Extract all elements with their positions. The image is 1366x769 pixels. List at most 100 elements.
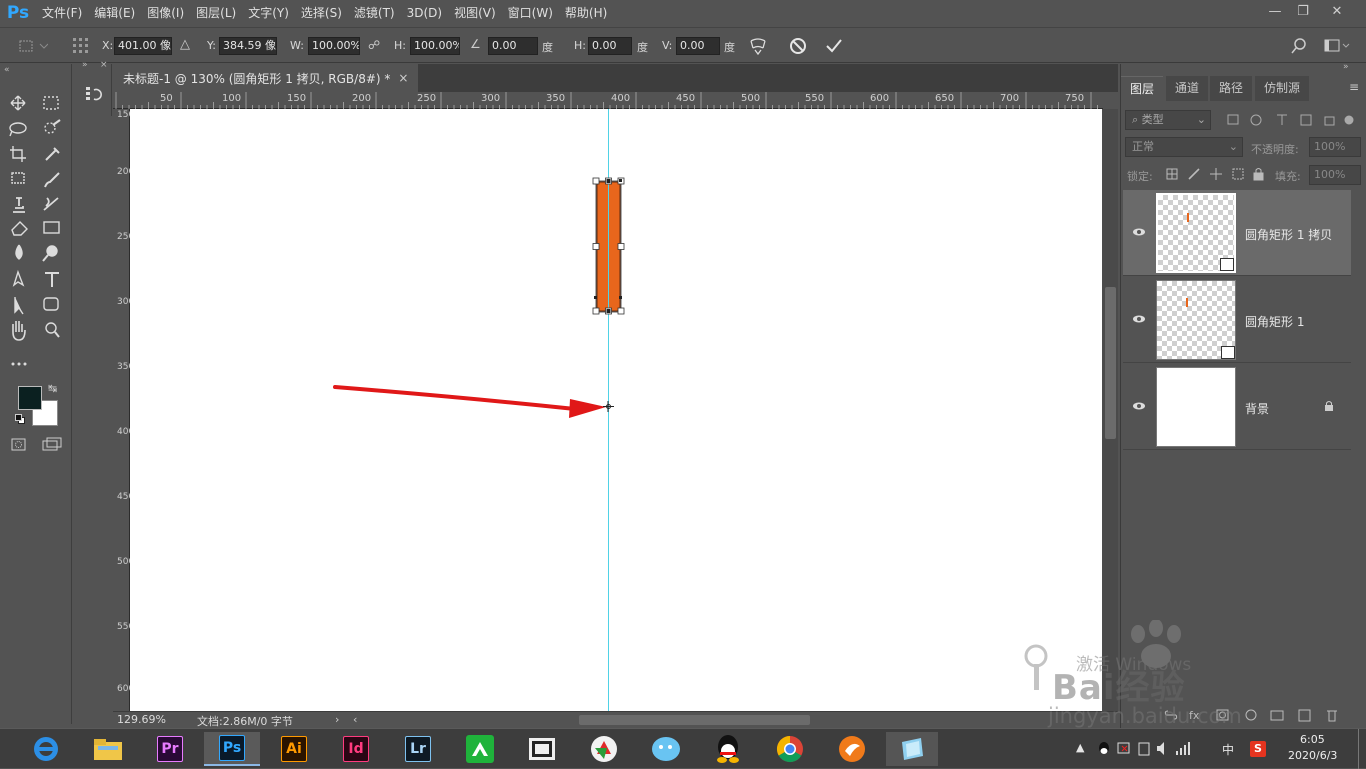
taskbar-ie-icon[interactable]	[24, 732, 68, 766]
taskbar-lightroom-icon[interactable]: Lr	[396, 732, 440, 766]
menu-help[interactable]: 帮助(H)	[559, 0, 613, 26]
tray-sogou-icon[interactable]: S	[1250, 741, 1266, 757]
vertical-ruler[interactable]: 150 200 250 300 350 400 450 500 550 600	[113, 109, 135, 711]
skew-h-input[interactable]: 0.00	[588, 37, 632, 55]
vertical-scroll-thumb[interactable]	[1105, 287, 1116, 439]
close-strip-icon[interactable]: ×	[100, 60, 108, 70]
restore-icon[interactable]: ❐	[1288, 0, 1318, 22]
document-tab[interactable]: 未标题-1 @ 130% (圆角矩形 1 拷贝, RGB/8#) * ×	[113, 64, 419, 92]
reference-point-icon[interactable]	[72, 37, 90, 55]
taskbar-qq-icon[interactable]	[706, 732, 750, 766]
swap-colors-icon[interactable]: ↹	[48, 382, 57, 395]
zoom-level[interactable]: 129.69%	[117, 713, 166, 726]
status-menu-arrow-icon[interactable]: ›	[335, 713, 339, 726]
expand-strip-icon[interactable]: »	[82, 60, 88, 70]
visibility-eye-icon[interactable]	[1131, 224, 1147, 240]
clock-date[interactable]: 2020/6/3	[1288, 749, 1337, 762]
layer-name[interactable]: 背景	[1245, 400, 1269, 417]
workspace-icon[interactable]	[1324, 38, 1350, 54]
visibility-eye-icon[interactable]	[1131, 398, 1147, 414]
layer-row-background[interactable]: 背景	[1123, 364, 1351, 450]
x-input[interactable]: 401.00 像素	[114, 37, 172, 55]
foreground-color-swatch[interactable]	[18, 386, 42, 410]
default-colors-icon[interactable]	[15, 414, 25, 424]
search-icon[interactable]	[1290, 37, 1308, 55]
scroll-left-icon[interactable]: ‹	[353, 713, 357, 726]
lock-position-icon	[1210, 168, 1222, 180]
opacity-input[interactable]: 100%	[1309, 137, 1361, 157]
menu-type[interactable]: 文字(Y)	[242, 0, 295, 26]
width-input[interactable]: 100.00%	[308, 37, 360, 55]
menu-image[interactable]: 图像(I)	[141, 0, 190, 26]
taskbar-orange-app-icon[interactable]	[830, 732, 874, 766]
tray-expand-icon[interactable]: ▲	[1076, 741, 1084, 754]
menu-layer[interactable]: 图层(L)	[190, 0, 242, 26]
taskbar-chrome-icon[interactable]	[768, 732, 812, 766]
smart-object-filter-icon	[1324, 116, 1335, 126]
blend-mode-select[interactable]: 正常 ⌄	[1125, 137, 1243, 157]
height-input[interactable]: 100.00%	[410, 37, 460, 55]
menu-view[interactable]: 视图(V)	[448, 0, 502, 26]
taskbar-illustrator-icon[interactable]: Ai	[272, 732, 316, 766]
filter-icons[interactable]	[1225, 112, 1355, 128]
skew-h-unit: 度	[637, 41, 648, 54]
taskbar-premiere-icon[interactable]: Pr	[148, 732, 192, 766]
fill-input[interactable]: 100%	[1309, 165, 1361, 185]
type-filter-icon	[1277, 114, 1287, 125]
hand-tool-icon	[12, 321, 26, 341]
close-window-icon[interactable]: ✕	[1322, 0, 1352, 22]
marquee-tool-icon	[43, 96, 59, 110]
lock-icons[interactable]	[1165, 166, 1265, 182]
skew-v-input[interactable]: 0.00	[676, 37, 720, 55]
taskbar-explorer-icon[interactable]	[86, 732, 130, 766]
layer-name[interactable]: 圆角矩形 1 拷贝	[1245, 226, 1332, 243]
cancel-transform-icon[interactable]	[788, 36, 808, 56]
taskbar-indesign-icon[interactable]: Id	[334, 732, 378, 766]
layer-row-copy[interactable]: 圆角矩形 1 拷贝	[1123, 190, 1351, 276]
taskbar-note-app-icon[interactable]	[886, 732, 938, 766]
tab-paths[interactable]: 路径	[1210, 76, 1253, 101]
menu-window[interactable]: 窗口(W)	[502, 0, 559, 26]
ime-indicator[interactable]: 中	[1222, 741, 1234, 758]
menu-3d[interactable]: 3D(D)	[401, 0, 448, 26]
taskbar-chat-app-icon[interactable]	[644, 732, 688, 766]
angle-input[interactable]: 0.00	[488, 37, 538, 55]
taskbar-video-app-icon[interactable]	[520, 732, 564, 766]
warp-icon[interactable]	[748, 36, 768, 56]
taskbar-green-app-icon[interactable]	[458, 732, 502, 766]
layer-filter-select[interactable]: ⌕ 类型 ⌄	[1125, 110, 1211, 130]
tab-clone-source[interactable]: 仿制源	[1255, 76, 1310, 101]
horizontal-scroll-thumb[interactable]	[579, 715, 810, 725]
history-panel-icon[interactable]	[84, 84, 104, 104]
delta-icon[interactable]: △	[180, 37, 190, 52]
taskbar-photoshop-icon[interactable]: Ps	[204, 732, 260, 766]
menu-filter[interactable]: 滤镜(T)	[348, 0, 401, 26]
clock-time[interactable]: 6:05	[1300, 733, 1325, 746]
visibility-eye-icon[interactable]	[1131, 311, 1147, 327]
layer-name[interactable]: 圆角矩形 1	[1245, 313, 1304, 330]
tab-channels[interactable]: 通道	[1166, 76, 1209, 101]
canvas[interactable]	[130, 109, 1102, 711]
tab-layers[interactable]: 图层	[1121, 76, 1164, 101]
status-bar: 129.69% 文档:2.86M/0 字节 › ‹	[113, 711, 1118, 728]
show-desktop-button[interactable]	[1358, 729, 1359, 769]
menu-file[interactable]: 文件(F)	[36, 0, 88, 26]
layer-row-shape[interactable]: 圆角矩形 1	[1123, 277, 1351, 363]
y-input[interactable]: 384.59 像素	[219, 37, 277, 55]
menu-select[interactable]: 选择(S)	[295, 0, 348, 26]
ruler-label: 550	[117, 622, 135, 632]
menu-edit[interactable]: 编辑(E)	[88, 0, 141, 26]
commit-transform-icon[interactable]	[824, 36, 844, 56]
collapse-icon[interactable]: «	[4, 65, 10, 75]
close-document-icon[interactable]: ×	[398, 71, 408, 85]
collapse-panel-icon[interactable]: »	[1343, 62, 1349, 72]
link-icon[interactable]: ☍	[368, 38, 380, 52]
taskbar-red-app-icon[interactable]	[582, 732, 626, 766]
minimize-icon[interactable]: —	[1260, 0, 1290, 22]
tray-icons[interactable]	[1096, 740, 1236, 758]
transform-tool-icon[interactable]	[18, 38, 48, 54]
panel-menu-icon[interactable]: ≡	[1349, 80, 1359, 94]
layer-thumbnail	[1156, 367, 1236, 447]
horizontal-ruler[interactable]: 50 100 150 200 250 300 350 400 450 500 5…	[113, 92, 1103, 109]
windows-taskbar: Pr Ps Ai Id Lr ▲ 中 S 6:05 2020/6/3	[0, 728, 1366, 769]
